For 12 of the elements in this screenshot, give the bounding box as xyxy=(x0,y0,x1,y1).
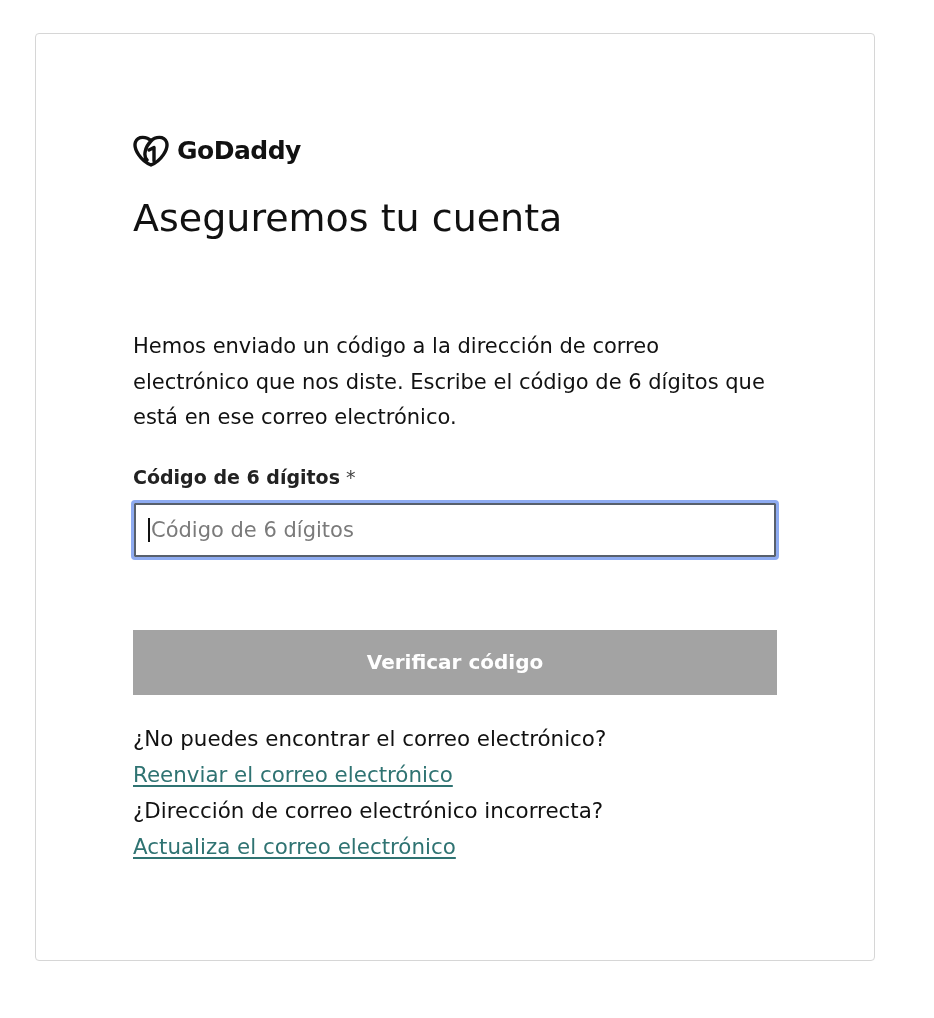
logo-text: GoDaddy xyxy=(177,135,301,167)
text-cursor xyxy=(148,517,150,542)
field-label: Código de 6 dígitos xyxy=(133,465,340,491)
help-link[interactable]: Actualiza el correo electrónico xyxy=(133,828,456,865)
code-input-field[interactable]: Código de 6 dígitos xyxy=(131,499,779,560)
help-prompt: ¿Dirección de correo electrónico incorrecta? xyxy=(133,796,604,825)
help-link[interactable]: Reenviar el correo electrónico xyxy=(133,756,453,793)
help-prompt: ¿No puedes encontrar el correo electrónico? xyxy=(133,724,607,753)
message-text: Hemos enviado un código a la dirección de correo electrónico que nos diste. Escribe el código de 6 dígitos que está en ese correo electrónico. xyxy=(133,333,766,431)
page-title: Aseguremos tu cuenta xyxy=(133,196,564,240)
required-mark: * xyxy=(346,465,356,491)
logo-icon xyxy=(133,134,169,167)
